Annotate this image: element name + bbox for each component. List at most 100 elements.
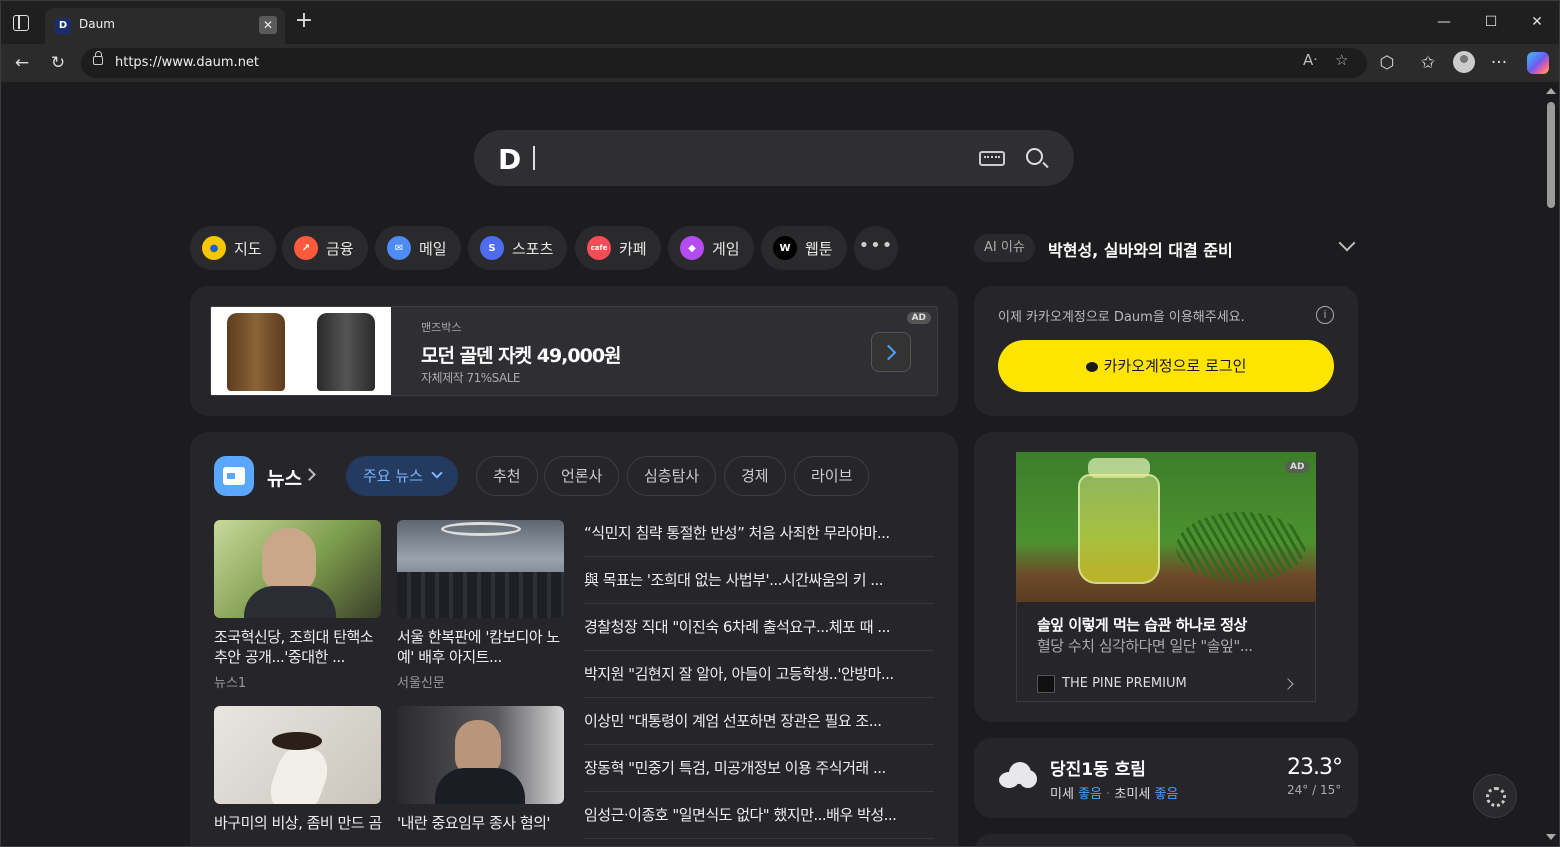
- refresh-icon[interactable]: ↻: [45, 50, 71, 76]
- finance-icon: ↗: [294, 236, 318, 260]
- service-chip-map[interactable]: ● 지도: [190, 226, 276, 270]
- news-icon: [214, 456, 254, 496]
- banner-subtitle: 자체제작 71%SALE: [421, 371, 520, 385]
- news-caption[interactable]: 서울 한복판에 '캄보디아 노예' 배후 아지트...: [397, 627, 567, 667]
- sidebar-icon[interactable]: [13, 15, 29, 31]
- next-card: [974, 834, 1358, 846]
- brand-logo-icon: [1037, 675, 1055, 693]
- tab-live[interactable]: 라이브: [794, 456, 870, 496]
- tab-title: Daum: [79, 17, 115, 31]
- news-headline[interactable]: 임성근·이종호 "일면식도 없다" 했지만...배우 박성...: [584, 793, 934, 839]
- more-icon[interactable]: ···: [1486, 50, 1512, 76]
- brown-jacket-icon: [227, 313, 285, 391]
- window-close-icon[interactable]: ✕: [1514, 9, 1559, 35]
- plus-icon[interactable]: +: [293, 10, 315, 32]
- minimize-icon[interactable]: —: [1421, 9, 1467, 35]
- weevil-icon: [272, 732, 322, 750]
- news-source: 서울신문: [397, 676, 445, 691]
- suit-icon: [435, 768, 525, 804]
- close-icon[interactable]: ✕: [259, 16, 277, 34]
- scroll-up-icon[interactable]: [1546, 88, 1556, 94]
- map-icon: ●: [202, 236, 226, 260]
- news-headline[interactable]: 이상민 "대통령이 계엄 선포하면 장관은 필요 조...: [584, 699, 934, 745]
- scroll-down-icon[interactable]: [1546, 834, 1556, 840]
- tab-economy[interactable]: 경제: [724, 456, 786, 496]
- settings-gear-icon[interactable]: [1473, 774, 1517, 818]
- pine-oil-ad-image[interactable]: [1016, 452, 1316, 602]
- profile-icon[interactable]: [1453, 51, 1475, 73]
- news-thumbnail[interactable]: [397, 520, 564, 618]
- news-headline[interactable]: 장동혁 "민중기 특검, 미공개정보 이용 주식거래 ...: [584, 746, 934, 792]
- service-chip-webtoon[interactable]: W 웹툰: [761, 226, 847, 270]
- extensions-icon[interactable]: ⬡: [1374, 50, 1400, 76]
- ring-light-icon: [441, 522, 521, 536]
- scrollbar[interactable]: [1543, 82, 1559, 846]
- copilot-icon[interactable]: [1527, 52, 1549, 74]
- maximize-icon[interactable]: ☐: [1468, 9, 1514, 35]
- current-temperature: 23.3°: [1287, 755, 1343, 780]
- ai-issue-text[interactable]: 박현성, 실바와의 대결 준비: [1048, 237, 1233, 261]
- title-bar: D Daum ✕ + — ☐ ✕: [1, 1, 1559, 44]
- ad-banner[interactable]: 맨즈박스 모던 골덴 자켓 49,000원 자체제작 71%SALE AD: [210, 306, 938, 396]
- ad-badge: AD: [906, 312, 931, 324]
- url-text[interactable]: https://www.daum.net: [115, 55, 259, 70]
- service-chip-cafe[interactable]: cafe 카페: [575, 226, 661, 270]
- more-services-icon[interactable]: •••: [854, 226, 898, 270]
- service-chip-sports[interactable]: S 스포츠: [468, 226, 568, 270]
- scroll-thumb[interactable]: [1547, 102, 1555, 208]
- back-icon[interactable]: ←: [9, 50, 35, 76]
- news-source: 뉴스1: [214, 676, 247, 691]
- news-headline[interactable]: “식민지 침략 통절한 반성” 처음 사죄한 무라야마...: [584, 511, 934, 557]
- suit-icon: [244, 586, 336, 618]
- news-caption[interactable]: 조국혁신당, 조희대 탄핵소추안 공개...'중대한 ...: [214, 627, 384, 667]
- tab-press[interactable]: 언론사: [544, 456, 620, 496]
- info-icon[interactable]: i: [1316, 306, 1334, 324]
- banner-title[interactable]: 모던 골덴 자켓 49,000원: [421, 341, 622, 368]
- news-caption[interactable]: 바구미의 비상, 좀비 만드 곰팡이...2025 니콘...: [214, 813, 384, 835]
- jar-icon: [1078, 474, 1160, 584]
- tab-in-depth[interactable]: 심층탐사: [627, 456, 717, 496]
- tab-recommended[interactable]: 추천: [476, 456, 538, 496]
- search-bar[interactable]: D: [474, 130, 1074, 186]
- daum-favicon-icon: D: [55, 18, 71, 34]
- news-section-title[interactable]: 뉴스: [267, 464, 302, 491]
- weather-location[interactable]: 당진1동 흐림: [1050, 755, 1146, 780]
- service-label: 스포츠: [512, 239, 554, 258]
- banner-brand: 맨즈박스: [421, 321, 462, 334]
- news-thumbnail[interactable]: [397, 706, 564, 804]
- daum-logo-icon[interactable]: D: [498, 143, 521, 176]
- news-headline[interactable]: 경찰청장 직대 "이진숙 6차례 출석요구...체포 때 ...: [584, 605, 934, 651]
- news-headline[interactable]: 與 목표는 '조희대 없는 사법부'...시간싸움의 키 ...: [584, 558, 934, 604]
- pine-needles-icon: [1176, 512, 1306, 582]
- lock-icon[interactable]: [93, 51, 103, 65]
- ultrafine-dust-value: 좋음: [1154, 787, 1179, 802]
- read-aloud-icon[interactable]: Aᐧ: [1303, 51, 1317, 69]
- news-thumbnail[interactable]: [214, 520, 381, 618]
- service-label: 지도: [234, 239, 262, 258]
- ad-brand[interactable]: THE PINE PREMIUM: [1062, 676, 1187, 691]
- service-chip-game[interactable]: ◆ 게임: [668, 226, 754, 270]
- kakao-login-button[interactable]: 카카오계정으로 로그인: [998, 340, 1334, 392]
- search-icon[interactable]: [1026, 148, 1043, 165]
- fine-dust-value: 좋음: [1078, 787, 1102, 802]
- search-input[interactable]: [533, 146, 535, 170]
- ad-title[interactable]: 솔잎 이렇게 먹는 습관 하나로 정상: [1037, 614, 1247, 635]
- keyboard-icon[interactable]: [979, 151, 1005, 166]
- chevron-down-icon[interactable]: [1338, 234, 1356, 252]
- news-thumbnail[interactable]: [214, 706, 381, 804]
- chevron-down-icon: [431, 467, 443, 479]
- service-chip-finance[interactable]: ↗ 금융: [282, 226, 368, 270]
- favorites-icon[interactable]: ✩: [1415, 50, 1441, 76]
- star-icon[interactable]: ☆: [1335, 51, 1348, 69]
- browser-tab[interactable]: D Daum ✕: [45, 8, 285, 44]
- address-bar[interactable]: https://www.daum.net Aᐧ ☆: [81, 48, 1367, 78]
- news-headline[interactable]: 박지원 "김현지 잘 알아, 아들이 고등학생..'안방마...: [584, 652, 934, 698]
- ultrafine-dust-label: 초미세: [1114, 787, 1151, 802]
- separator: ·: [1106, 787, 1111, 802]
- service-label: 카페: [619, 239, 647, 258]
- news-caption[interactable]: '내란 중요임무 종사 혐의' 이상민 전 장관 첫...: [397, 813, 567, 835]
- tab-main-news[interactable]: 주요 뉴스: [346, 456, 458, 496]
- service-chip-mail[interactable]: ✉ 메일: [375, 226, 461, 270]
- chevron-right-icon[interactable]: [871, 332, 911, 372]
- service-label: 게임: [712, 239, 740, 258]
